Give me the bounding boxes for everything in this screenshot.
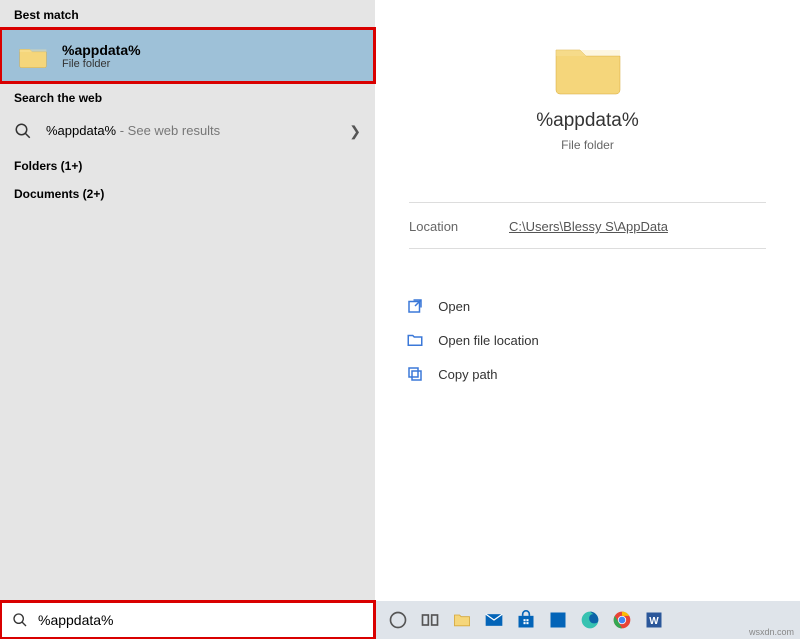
search-input[interactable] — [38, 612, 363, 628]
cortana-icon[interactable] — [385, 607, 411, 633]
web-result-item[interactable]: %appdata% - See web results ❯ — [0, 111, 375, 151]
location-link[interactable]: C:\Users\Blessy S\AppData — [509, 219, 668, 234]
copy-icon — [406, 365, 424, 383]
copy-path-label: Copy path — [438, 367, 497, 382]
actions-list: Open Open file location Copy path — [396, 289, 779, 391]
web-result-hint: - See web results — [116, 123, 220, 138]
search-web-header: Search the web — [0, 83, 375, 111]
results-panel: Best match %appdata% File folder Search … — [0, 0, 375, 601]
best-match-header: Best match — [0, 0, 375, 28]
folders-category[interactable]: Folders (1+) — [0, 151, 375, 179]
task-view-icon[interactable] — [417, 607, 443, 633]
store-icon[interactable] — [513, 607, 539, 633]
chrome-icon[interactable] — [609, 607, 635, 633]
folder-icon — [552, 38, 624, 96]
copy-path-action[interactable]: Copy path — [396, 357, 779, 391]
documents-category[interactable]: Documents (2+) — [0, 179, 375, 207]
edge-icon[interactable] — [577, 607, 603, 633]
location-row: Location C:\Users\Blessy S\AppData — [409, 213, 766, 248]
watermark: wsxdn.com — [749, 627, 794, 637]
chevron-right-icon: ❯ — [349, 123, 361, 140]
preview-panel: %appdata% File folder Location C:\Users\… — [375, 0, 800, 601]
best-match-text: %appdata% File folder — [62, 42, 141, 70]
mail-icon[interactable] — [481, 607, 507, 633]
app-icon[interactable] — [545, 607, 571, 633]
file-explorer-icon[interactable] — [449, 607, 475, 633]
search-icon — [14, 122, 32, 140]
best-match-title: %appdata% — [62, 42, 141, 58]
location-label: Location — [409, 219, 509, 234]
best-match-subtitle: File folder — [62, 58, 141, 70]
folder-icon — [18, 44, 48, 68]
preview-title: %appdata% — [536, 110, 638, 132]
taskbar: W wsxdn.com — [0, 601, 800, 639]
open-icon — [406, 297, 424, 315]
taskbar-icons: W — [375, 607, 667, 633]
svg-text:W: W — [649, 616, 659, 627]
web-result-label: %appdata% — [46, 123, 116, 138]
preview-subtitle: File folder — [561, 138, 614, 152]
folder-location-icon — [406, 331, 424, 349]
best-match-result[interactable]: %appdata% File folder — [0, 28, 375, 83]
word-icon[interactable]: W — [641, 607, 667, 633]
divider — [409, 248, 766, 249]
divider — [409, 202, 766, 203]
search-icon — [12, 612, 28, 628]
taskbar-search-box[interactable] — [0, 601, 375, 639]
open-location-label: Open file location — [438, 333, 538, 348]
open-action[interactable]: Open — [396, 289, 779, 323]
search-results-window: Best match %appdata% File folder Search … — [0, 0, 800, 601]
open-file-location-action[interactable]: Open file location — [396, 323, 779, 357]
open-label: Open — [438, 299, 470, 314]
